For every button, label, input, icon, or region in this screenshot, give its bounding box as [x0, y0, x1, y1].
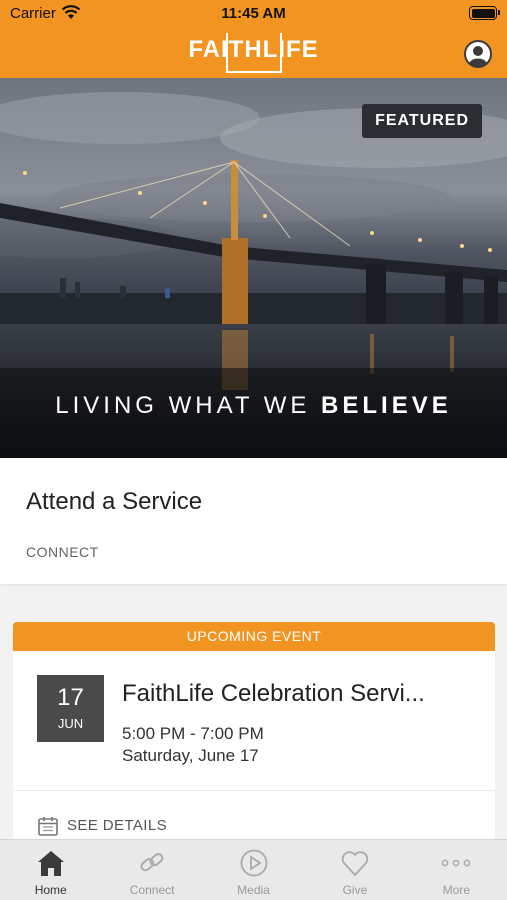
- tab-label: Media: [237, 883, 270, 897]
- battery-icon: [469, 6, 500, 20]
- tab-home[interactable]: Home: [0, 840, 101, 900]
- card-category: CONNECT: [26, 544, 99, 560]
- tab-label: Give: [342, 883, 368, 897]
- card-title: Attend a Service: [26, 488, 203, 515]
- link-icon: [140, 853, 164, 872]
- tab-label: More: [442, 883, 470, 897]
- event-date-block: 17 JUN: [37, 675, 104, 742]
- tab-more[interactable]: More: [406, 840, 507, 900]
- hero-title-bold: BELIEVE: [321, 392, 452, 419]
- tab-connect[interactable]: Connect: [101, 840, 202, 900]
- divider: [13, 790, 495, 791]
- event-month: JUN: [57, 716, 84, 731]
- event-banner: UPCOMING EVENT: [13, 622, 495, 651]
- upcoming-event-card[interactable]: UPCOMING EVENT 17 JUN FaithLife Celebrat…: [13, 622, 495, 852]
- event-name: FaithLife Celebration Servi...: [122, 680, 425, 707]
- event-date-text: Saturday, June 17: [122, 746, 259, 765]
- tab-give[interactable]: Give: [304, 840, 405, 900]
- featured-badge: FEATURED: [362, 104, 482, 138]
- event-time: 5:00 PM - 7:00 PM: [122, 724, 264, 743]
- more-icon: [441, 859, 471, 867]
- hero-title: LIVING WHAT WE BELIEVE: [0, 392, 507, 420]
- play-icon: [240, 849, 267, 877]
- see-details-label: SEE DETAILS: [67, 816, 167, 834]
- profile-icon[interactable]: [464, 40, 492, 68]
- logo-frame: [225, 33, 282, 73]
- hero-title-regular: LIVING WHAT WE: [55, 392, 322, 419]
- heart-icon: [341, 851, 369, 877]
- home-icon: [37, 851, 64, 876]
- featured-hero[interactable]: FEATURED LIVING WHAT WE BELIEVE: [0, 78, 507, 458]
- see-details-link[interactable]: SEE DETAILS: [37, 815, 167, 837]
- status-bar: Carrier 11:45 AM: [0, 0, 507, 28]
- tab-bar: Home Connect Media Give More: [0, 839, 507, 900]
- status-time: 11:45 AM: [221, 5, 286, 22]
- tab-label: Home: [34, 883, 67, 897]
- tab-media[interactable]: Media: [203, 840, 304, 900]
- calendar-icon: [38, 817, 58, 836]
- attend-service-card[interactable]: Attend a Service CONNECT: [0, 458, 507, 584]
- event-day: 17: [57, 684, 84, 711]
- app-header: Carrier 11:45 AM FAITHLIFE: [0, 0, 507, 78]
- tab-label: Connect: [129, 883, 175, 897]
